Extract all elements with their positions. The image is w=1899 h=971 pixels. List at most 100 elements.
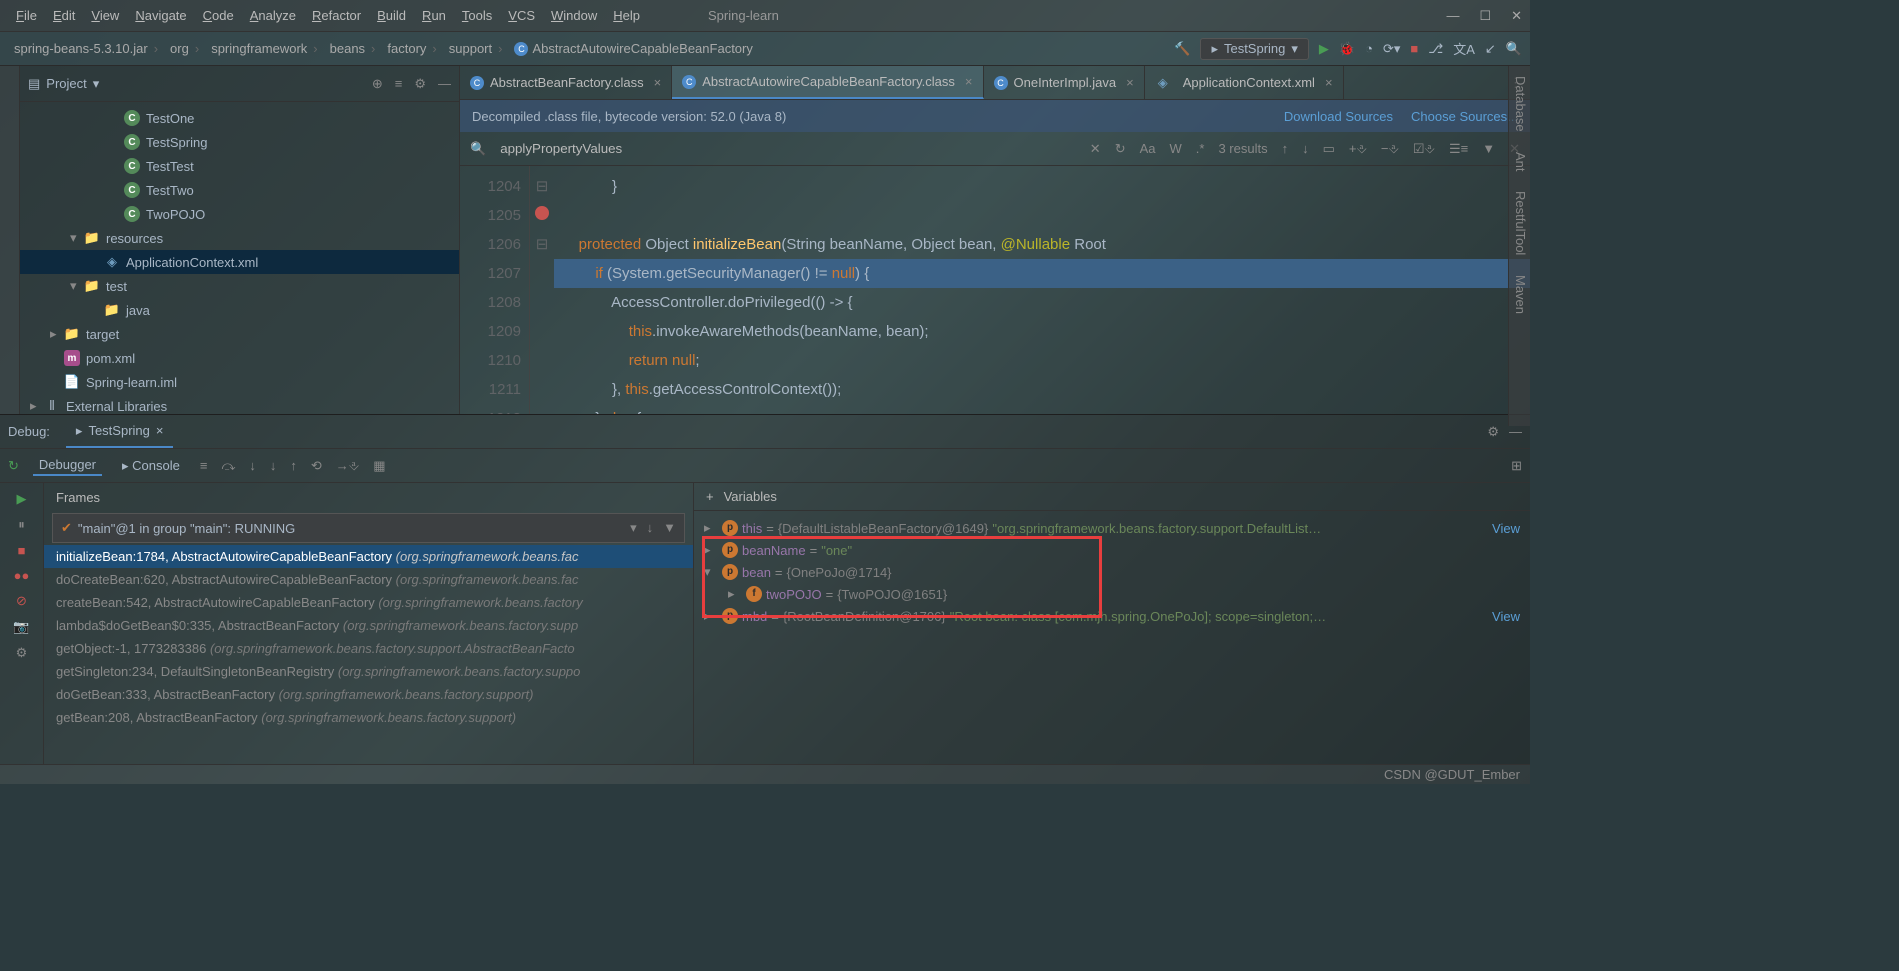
- menu-window[interactable]: Window: [543, 8, 605, 23]
- debug-icon[interactable]: 🐞: [1339, 41, 1355, 57]
- tree-row[interactable]: CTestSpring: [20, 130, 459, 154]
- project-view-selector[interactable]: ▤ Project ▾: [28, 76, 99, 92]
- tree-row[interactable]: CTwoPOJO: [20, 202, 459, 226]
- stack-frame[interactable]: initializeBean:1784, AbstractAutowireCap…: [44, 545, 693, 568]
- add-selection-icon[interactable]: +⎀: [1349, 141, 1367, 157]
- menu-tools[interactable]: Tools: [454, 8, 500, 23]
- editor-tab[interactable]: CAbstractAutowireCapableBeanFactory.clas…: [672, 66, 983, 99]
- editor-tab[interactable]: ◈ApplicationContext.xml×: [1145, 66, 1344, 99]
- breadcrumb[interactable]: org: [164, 41, 205, 56]
- stop-icon[interactable]: ■: [1410, 41, 1418, 56]
- menu-edit[interactable]: Edit: [45, 8, 83, 23]
- tree-row[interactable]: mpom.xml: [20, 346, 459, 370]
- menu-view[interactable]: View: [83, 8, 127, 23]
- gear-icon[interactable]: ⚙: [414, 76, 426, 92]
- profiler-icon[interactable]: ⟳▾: [1383, 41, 1400, 57]
- project-tree[interactable]: CTestOneCTestSpringCTestTestCTestTwoCTwo…: [20, 102, 459, 414]
- menu-vcs[interactable]: VCS: [500, 8, 543, 23]
- stack-frame[interactable]: doCreateBean:620, AbstractAutowireCapabl…: [44, 568, 693, 591]
- resume-icon[interactable]: ▶: [17, 491, 27, 507]
- console-tab[interactable]: ▸ Console: [116, 456, 186, 476]
- breadcrumb[interactable]: beans: [324, 41, 382, 56]
- run-icon[interactable]: ▶: [1319, 41, 1329, 57]
- tree-row[interactable]: ▾📁test: [20, 274, 459, 298]
- words-icon[interactable]: W: [1170, 141, 1182, 156]
- thread-selector[interactable]: ✔ "main"@1 in group "main": RUNNING ▾ ↓ …: [52, 513, 685, 543]
- view-link[interactable]: View: [1492, 521, 1520, 536]
- menu-build[interactable]: Build: [369, 8, 414, 23]
- menu-refactor[interactable]: Refactor: [304, 8, 369, 23]
- debugger-tab[interactable]: Debugger: [33, 455, 102, 476]
- remove-selection-icon[interactable]: −⎀: [1381, 141, 1399, 157]
- tree-row[interactable]: CTestOne: [20, 106, 459, 130]
- close-find-icon[interactable]: ✕: [1090, 141, 1101, 157]
- code-area[interactable]: 120412051206120712081209121012111212 ⊟⊟ …: [460, 166, 1530, 414]
- tree-row[interactable]: CTestTwo: [20, 178, 459, 202]
- restful-tool[interactable]: RestfulTool: [1511, 191, 1528, 255]
- close-icon[interactable]: ✕: [1511, 8, 1522, 24]
- tree-row[interactable]: 📄Spring-learn.iml: [20, 370, 459, 394]
- menu-navigate[interactable]: Navigate: [127, 8, 194, 23]
- step-out-icon[interactable]: ↑: [290, 458, 297, 473]
- run-config-selector[interactable]: ▸ TestSpring ▾: [1200, 38, 1308, 60]
- choose-sources-link[interactable]: Choose Sources...: [1411, 109, 1518, 124]
- filter-icon[interactable]: ▼: [663, 520, 676, 536]
- view-link[interactable]: View: [1492, 609, 1520, 624]
- close-icon[interactable]: ×: [965, 74, 973, 89]
- minimize-icon[interactable]: —: [1446, 8, 1459, 24]
- menu-file[interactable]: File: [8, 8, 45, 23]
- source-text[interactable]: } protected Object initializeBean(String…: [554, 166, 1530, 414]
- variables-tree[interactable]: ▸p this = {DefaultListableBeanFactory@16…: [694, 511, 1530, 764]
- find-input[interactable]: [500, 141, 900, 156]
- stack-frame[interactable]: getSingleton:234, DefaultSingletonBeanRe…: [44, 660, 693, 683]
- editor-tab[interactable]: CAbstractBeanFactory.class×: [460, 66, 672, 99]
- menu-run[interactable]: Run: [414, 8, 454, 23]
- close-icon[interactable]: ×: [1325, 75, 1333, 90]
- expand-all-icon[interactable]: ≡: [395, 76, 403, 92]
- force-step-into-icon[interactable]: ↓: [270, 458, 277, 473]
- view-breakpoints-icon[interactable]: ●●: [14, 568, 30, 583]
- fold-column[interactable]: ⊟⊟: [530, 166, 554, 414]
- hide-icon[interactable]: —: [438, 76, 451, 92]
- breadcrumb[interactable]: spring-beans-5.3.10.jar: [8, 41, 164, 56]
- step-over-icon[interactable]: ⤼: [221, 458, 235, 474]
- tree-row[interactable]: ▸⫴External Libraries: [20, 394, 459, 414]
- plus-icon[interactable]: +: [706, 489, 714, 504]
- regex-icon[interactable]: .*: [1196, 141, 1205, 156]
- stack-frame[interactable]: lambda$doGetBean$0:335, AbstractBeanFact…: [44, 614, 693, 637]
- database-tool[interactable]: Database: [1511, 76, 1528, 132]
- debug-session-tab[interactable]: ▸ TestSpring ×: [66, 415, 174, 448]
- run-to-cursor-icon[interactable]: →⎀: [336, 458, 359, 474]
- gear-icon[interactable]: ⚙: [16, 645, 28, 661]
- coverage-icon[interactable]: ◔: [1365, 41, 1373, 56]
- close-icon[interactable]: ×: [156, 423, 164, 438]
- toggle-selection-icon[interactable]: ☑⎀: [1413, 141, 1435, 157]
- menu-code[interactable]: Code: [195, 8, 242, 23]
- breadcrumb[interactable]: factory: [381, 41, 442, 56]
- drop-frame-icon[interactable]: ⟲: [311, 458, 322, 474]
- mute-breakpoints-icon[interactable]: ⊘: [16, 593, 27, 609]
- find-history-icon[interactable]: ↻: [1115, 141, 1126, 157]
- stop-icon[interactable]: ■: [18, 543, 26, 558]
- menu-help[interactable]: Help: [605, 8, 648, 23]
- breadcrumb[interactable]: springframework: [205, 41, 323, 56]
- breadcrumb[interactable]: support: [443, 41, 509, 56]
- tree-row[interactable]: CTestTest: [20, 154, 459, 178]
- close-icon[interactable]: ×: [1126, 75, 1134, 90]
- pause-icon[interactable]: ⏸: [18, 517, 25, 533]
- gear-icon[interactable]: ⚙: [1487, 424, 1499, 440]
- prev-match-icon[interactable]: ↑: [1282, 141, 1289, 156]
- tree-row[interactable]: ◈ApplicationContext.xml: [20, 250, 459, 274]
- tree-row[interactable]: ▾📁resources: [20, 226, 459, 250]
- next-match-icon[interactable]: ↓: [1302, 141, 1309, 156]
- chevron-down-icon[interactable]: ▾: [630, 520, 637, 536]
- select-all-icon[interactable]: ▭: [1323, 141, 1335, 157]
- select-open-file-icon[interactable]: ⊕: [372, 76, 383, 92]
- translate-icon[interactable]: 文A: [1453, 39, 1475, 58]
- ant-tool[interactable]: Ant: [1511, 152, 1528, 172]
- editor-tab[interactable]: COneInterImpl.java×: [984, 66, 1145, 99]
- git-icon[interactable]: ⎇: [1428, 41, 1443, 57]
- breadcrumb[interactable]: CAbstractAutowireCapableBeanFactory: [508, 41, 758, 56]
- settings-icon[interactable]: ☰≡: [1449, 141, 1468, 157]
- breakpoint-icon[interactable]: [535, 206, 549, 220]
